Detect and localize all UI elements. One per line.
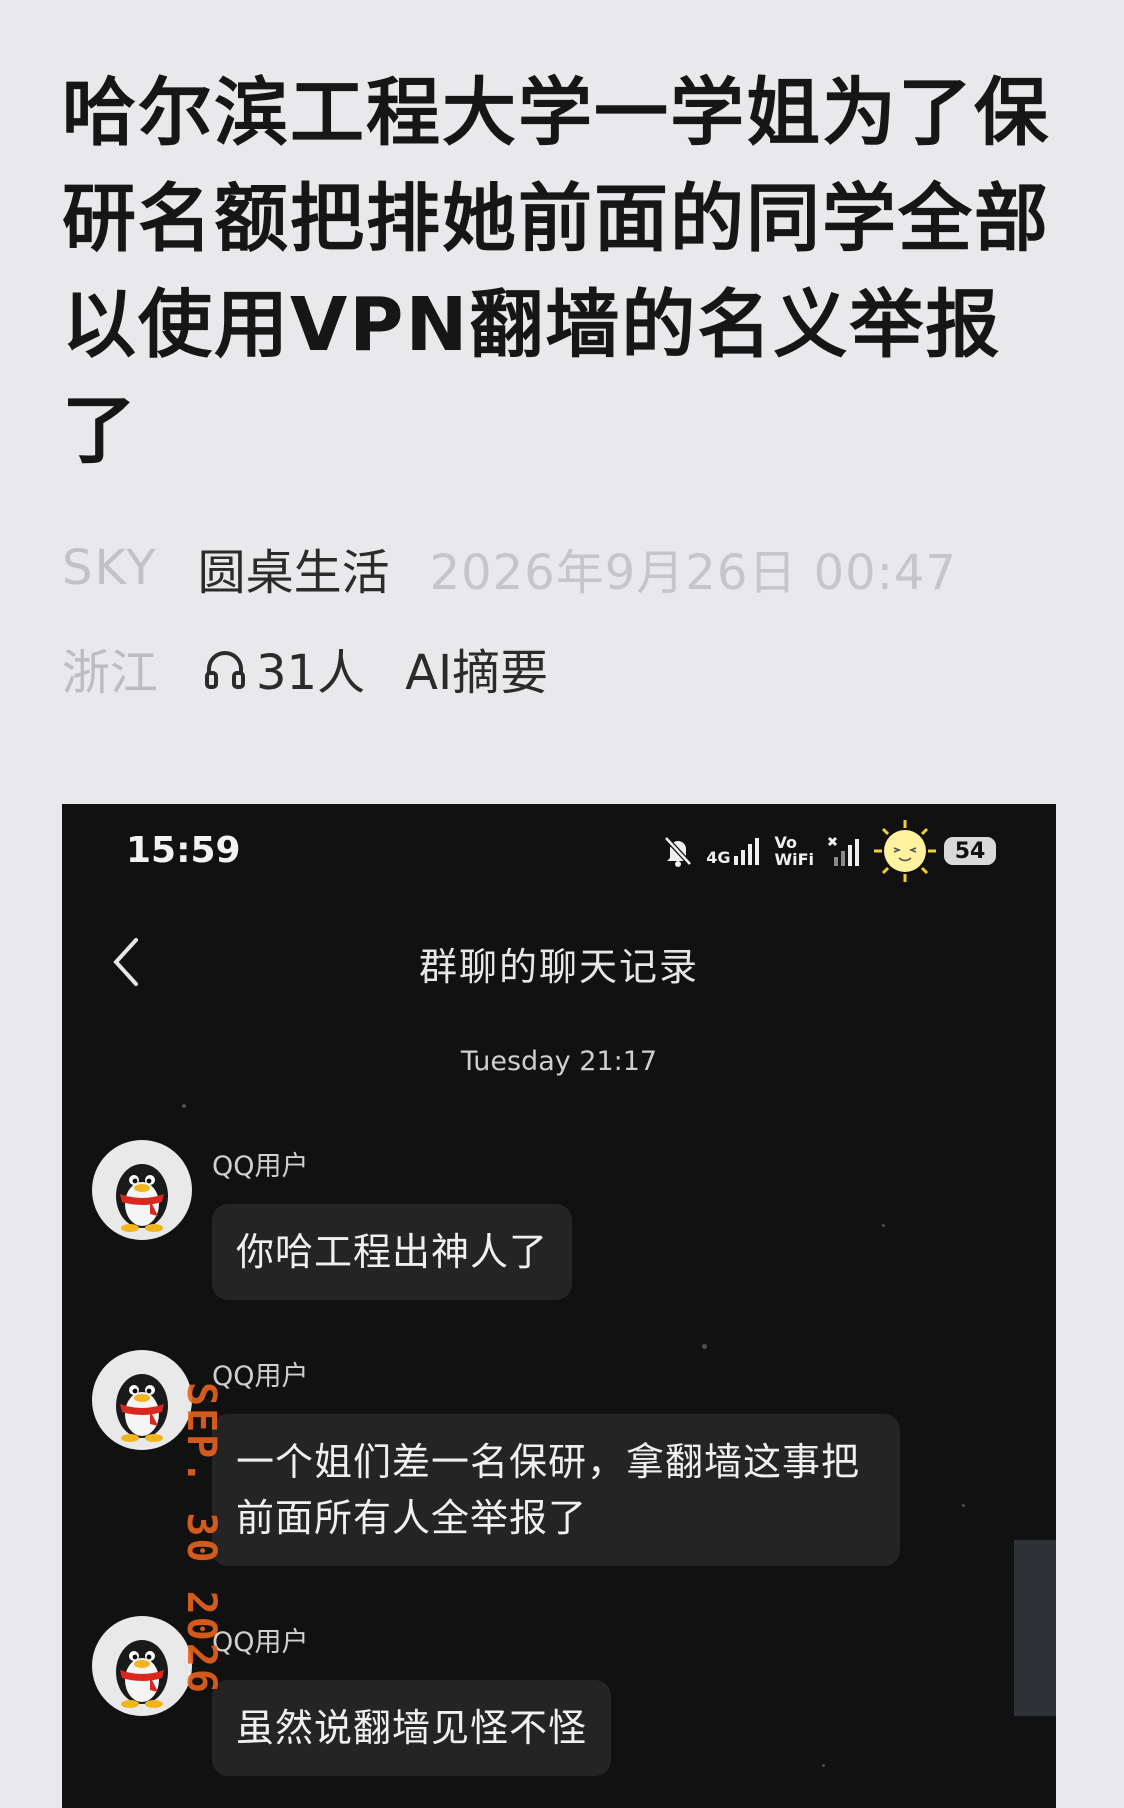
chat-title: 群聊的聊天记录 [418, 945, 699, 989]
qq-penguin-avatar[interactable] [92, 1140, 192, 1240]
battery-indicator: 54 [944, 837, 996, 865]
listener-count: 31人 [256, 645, 366, 701]
status-bar: 15:59 4G Vo WiFi 54 [62, 804, 1056, 894]
ai-summary-button[interactable]: AI摘要 [405, 633, 548, 703]
sender-name: QQ用户 [212, 1361, 309, 1392]
article-title: 哈尔滨工程大学一学姐为了保研名额把排她前面的同学全部以使用VPN翻墙的名义举报了 [62, 70, 1050, 474]
chat-nav-bar: 群聊的聊天记录 [62, 912, 1056, 1012]
qq-penguin-avatar[interactable] [92, 1616, 192, 1716]
penguin-icon [116, 1640, 168, 1708]
status-icons: 4G Vo WiFi 54 [662, 820, 996, 882]
bell-muted-icon [664, 836, 693, 867]
publish-date: 2026年9月26日 00:47 [429, 545, 957, 601]
network-type-label: 4G [706, 848, 731, 867]
chat-timestamp: Tuesday 21:17 [460, 1046, 658, 1077]
chat-screenshot: 15:59 4G Vo WiFi 54 群聊的聊天记录 Tuesday 21:1… [62, 804, 1056, 1808]
film-date-stamp: SEP. 30 2026 [178, 1382, 224, 1695]
sender-name: QQ用户 [212, 1151, 309, 1182]
penguin-icon [116, 1164, 168, 1232]
sun-sticker-icon [874, 820, 936, 882]
penguin-icon [116, 1374, 168, 1442]
qq-penguin-avatar[interactable] [92, 1350, 192, 1450]
message-bubble[interactable]: 你哈工程出神人了 [212, 1204, 573, 1300]
headphones-icon [205, 651, 246, 689]
vowifi-label: Vo WiFi [774, 833, 814, 869]
message-bubble[interactable]: 一个姐们差一名保研，拿翻墙这事把前面所有人全举报了 [212, 1414, 900, 1566]
scroll-handle[interactable] [1014, 1540, 1056, 1716]
channel-name[interactable]: 圆桌生活 [198, 533, 390, 603]
author-name[interactable]: SKY [62, 540, 158, 596]
signal-icon [734, 838, 760, 865]
status-time: 15:59 [126, 830, 241, 871]
article-meta-row: SKY 圆桌生活 2026年9月26日 00:47 [62, 533, 957, 603]
sender-name: QQ用户 [212, 1627, 309, 1658]
message-bubble[interactable]: 虽然说翻墙见怪不怪 [212, 1680, 612, 1776]
article-meta-row-2: 浙江 31人 AI摘要 [62, 633, 548, 703]
listen-button[interactable]: 31人 [202, 633, 365, 703]
signal-no-service-icon [827, 836, 859, 866]
ip-region: 浙江 [62, 645, 159, 701]
